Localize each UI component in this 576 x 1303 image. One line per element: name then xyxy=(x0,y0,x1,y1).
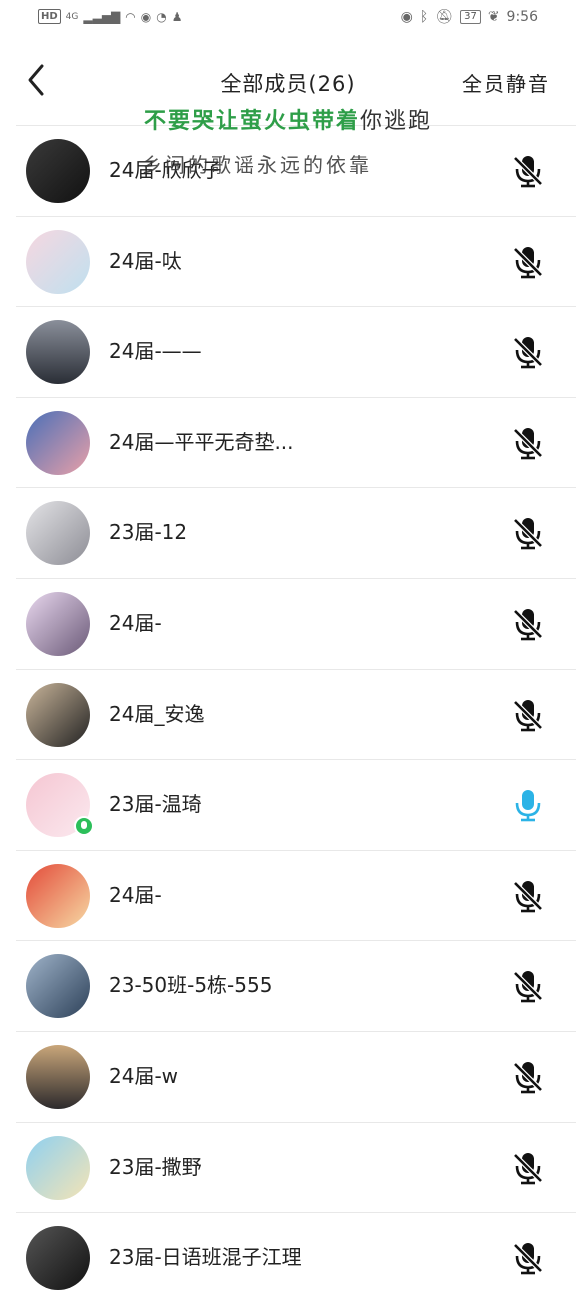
member-name: 24届- xyxy=(109,610,162,635)
microphone-muted-icon[interactable] xyxy=(510,515,546,551)
member-row[interactable]: 23-50班-5栋-555 xyxy=(16,940,576,1031)
microphone-muted-icon[interactable] xyxy=(510,878,546,914)
lyric-line-1: 不要哭让萤火虫带着你逃跑 xyxy=(0,103,576,135)
network-label: 4G xyxy=(65,11,79,22)
status-right: ◉ ᛒ 🔕︎ 37 ❦ 9:56 xyxy=(401,9,538,25)
member-name: 23届-日语班混子江理 xyxy=(109,1245,302,1270)
qq-icon: ♟ xyxy=(171,9,183,24)
microphone-muted-icon[interactable] xyxy=(510,968,546,1004)
member-row[interactable]: 23届-撒野 xyxy=(16,1121,576,1213)
lyric-remaining-part: 你逃跑 xyxy=(360,109,433,134)
avatar[interactable] xyxy=(26,139,90,203)
member-row[interactable]: 24届-—— xyxy=(16,306,576,397)
microphone-muted-icon[interactable] xyxy=(510,334,546,370)
member-name: 24届_安逸 xyxy=(109,701,205,726)
member-name: 24届-呔 xyxy=(109,248,182,273)
member-name: 23届-12 xyxy=(109,520,188,545)
vpn-icon: ◉ xyxy=(140,9,152,24)
member-row[interactable]: 24届- xyxy=(16,849,576,941)
member-row[interactable]: 23届-12 xyxy=(16,487,576,578)
member-name: 24届-w xyxy=(109,1063,179,1088)
avatar[interactable] xyxy=(26,229,90,294)
avatar[interactable] xyxy=(26,863,90,928)
avatar[interactable] xyxy=(26,591,90,656)
microphone-muted-icon[interactable] xyxy=(510,606,546,642)
speaking-badge-icon xyxy=(74,816,94,837)
member-name: 23-50班-5栋-555 xyxy=(109,973,273,998)
member-row[interactable]: 24届- xyxy=(16,577,576,669)
avatar[interactable] xyxy=(26,1135,90,1200)
member-name: 23届-撒野 xyxy=(109,1154,202,1179)
avatar[interactable] xyxy=(26,501,90,566)
wifi-icon: ◠ xyxy=(125,9,136,24)
avatar[interactable] xyxy=(26,320,90,385)
microphone-muted-icon[interactable] xyxy=(510,1059,546,1095)
member-row[interactable]: 24届_安逸 xyxy=(16,668,576,760)
member-name: 24届- xyxy=(109,882,162,907)
microphone-muted-icon[interactable] xyxy=(510,1150,546,1186)
member-name: 23届-温琦 xyxy=(109,792,202,817)
hd-badge: HD xyxy=(38,9,61,24)
microphone-muted-icon[interactable] xyxy=(510,1240,546,1276)
microphone-muted-icon[interactable] xyxy=(510,153,546,189)
lyric-line-2: 乡间的歌谣永远的依靠 xyxy=(142,153,372,177)
status-bar: HD 4G ▂▃▅▇ ◠ ◉ ◔ ♟ ◉ ᛒ 🔕︎ 37 ❦ 9:56 xyxy=(0,0,576,40)
member-list: 24届-欣欣子 24届-呔 24届-—— 24届—平平无奇垫... 23届-12 24届-… xyxy=(16,125,576,1303)
status-left: HD 4G ▂▃▅▇ ◠ ◉ ◔ ♟ xyxy=(38,9,183,24)
member-name: 24届—平平无奇垫... xyxy=(109,429,294,454)
mute-bell-icon: 🔕︎ xyxy=(435,9,454,25)
microphone-on-icon[interactable] xyxy=(510,787,546,823)
avatar[interactable] xyxy=(26,1226,90,1291)
member-row[interactable]: 24届—平平无奇垫... xyxy=(16,396,576,488)
microphone-muted-icon[interactable] xyxy=(510,425,546,461)
member-row[interactable]: 23届-温琦 xyxy=(16,759,576,850)
microphone-muted-icon[interactable] xyxy=(510,244,546,280)
member-row[interactable]: 24届-呔 xyxy=(16,215,576,307)
lyric-sung-part: 不要哭让萤火虫带着 xyxy=(143,109,360,134)
avatar[interactable] xyxy=(26,682,90,747)
avatar[interactable] xyxy=(26,1044,90,1109)
bluetooth-icon: ᛒ xyxy=(419,9,429,25)
microphone-muted-icon[interactable] xyxy=(510,697,546,733)
mute-all-button[interactable]: 全员静音 xyxy=(462,68,550,97)
avatar[interactable] xyxy=(26,954,90,1019)
app-icon: ◔ xyxy=(156,9,167,24)
signal-icon: ▂▃▅▇ xyxy=(83,9,121,24)
leaf-icon: ❦ xyxy=(487,9,500,25)
battery-indicator: 37 xyxy=(460,10,481,24)
avatar[interactable] xyxy=(26,410,90,475)
member-row[interactable]: 23届-日语班混子江理 xyxy=(16,1212,576,1303)
member-name: 24届-—— xyxy=(109,339,202,364)
member-row[interactable]: 24届-w xyxy=(16,1030,576,1122)
clock: 9:56 xyxy=(506,9,538,25)
eye-icon: ◉ xyxy=(400,9,413,25)
